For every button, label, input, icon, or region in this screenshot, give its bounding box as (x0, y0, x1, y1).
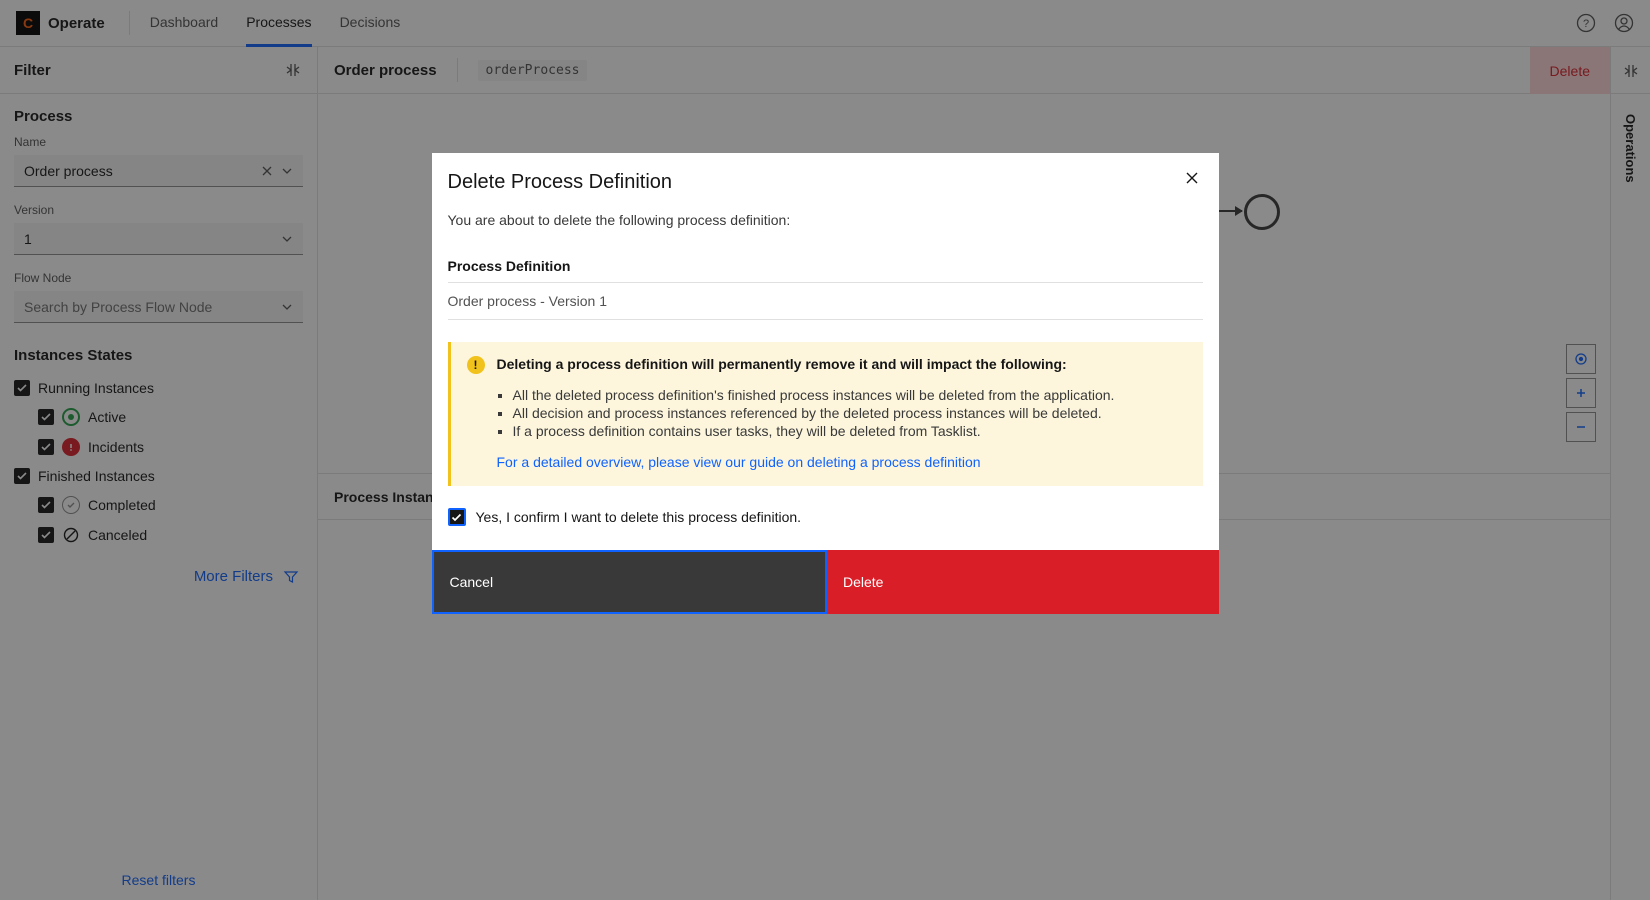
confirm-label: Yes, I confirm I want to delete this pro… (476, 509, 802, 525)
warning-list: All the deleted process definition's fin… (513, 386, 1187, 440)
process-definition-label: Process Definition (448, 258, 1203, 274)
warning-item: If a process definition contains user ta… (513, 422, 1187, 440)
confirm-delete-button[interactable]: Delete (827, 550, 1219, 614)
close-icon[interactable] (1181, 171, 1203, 185)
warning-box: ! Deleting a process definition will per… (448, 342, 1203, 486)
delete-modal: Delete Process Definition You are about … (432, 153, 1219, 614)
process-definition-value: Order process - Version 1 (448, 282, 1203, 320)
confirm-row[interactable]: Yes, I confirm I want to delete this pro… (448, 508, 1203, 526)
warning-item: All the deleted process definition's fin… (513, 386, 1187, 404)
modal-overlay: Delete Process Definition You are about … (0, 0, 1650, 900)
modal-intro-text: You are about to delete the following pr… (448, 212, 1203, 228)
modal-title: Delete Process Definition (448, 171, 673, 194)
warning-guide-link[interactable]: For a detailed overview, please view our… (497, 454, 1187, 470)
cancel-button[interactable]: Cancel (432, 550, 828, 614)
modal-actions: Cancel Delete (432, 550, 1219, 614)
confirm-checkbox[interactable] (448, 508, 466, 526)
warning-title: Deleting a process definition will perma… (497, 356, 1067, 372)
warning-icon: ! (467, 356, 485, 374)
warning-item: All decision and process instances refer… (513, 404, 1187, 422)
